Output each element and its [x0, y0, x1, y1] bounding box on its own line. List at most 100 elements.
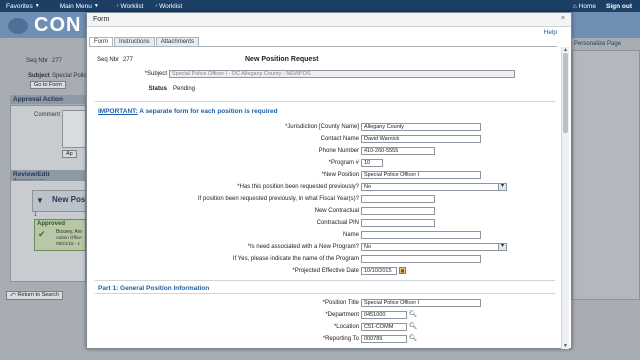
fiscal-year-input[interactable]	[361, 195, 435, 203]
phone-label: Phone Number	[318, 148, 359, 154]
divider	[95, 101, 555, 102]
important-notice: IMPORTANT: A separate form for each posi…	[98, 108, 278, 115]
location-label: *Location	[333, 324, 359, 330]
return-to-search-button[interactable]: ⤺ Return to Search	[6, 291, 63, 300]
scrollbar-thumb[interactable]	[563, 53, 568, 133]
modal-titlebar: Form ×	[87, 13, 571, 27]
program-name-label: If Yes, please indicate the name of the …	[232, 256, 359, 262]
go-to-form-button[interactable]: Go to Form	[30, 81, 66, 89]
form-title: New Position Request	[245, 56, 319, 63]
worklist-link[interactable]: › Worklist	[149, 3, 188, 10]
modal-title: Form	[93, 16, 110, 23]
important-prefix: IMPORTANT:	[98, 108, 138, 115]
bg-subject-value: Special Polic	[52, 73, 87, 79]
important-text: A separate form for each position is req…	[139, 108, 278, 115]
home-icon: ⌂	[572, 2, 577, 10]
contractual-pin-label: Contractual PIN	[316, 220, 359, 226]
worklist-link-label: Worklist	[159, 2, 183, 10]
search-icon[interactable]: 🔍︎	[409, 334, 417, 342]
personalize-page-link[interactable]: Personalize Page	[574, 41, 621, 47]
seq-label: Seq Nbr	[97, 57, 120, 63]
collapse-icon[interactable]: ▼	[36, 196, 44, 205]
bg-right-panel	[572, 50, 640, 300]
program-label: *Program #	[328, 160, 359, 166]
logo-emblem-icon	[8, 18, 28, 34]
bg-approver-role: Admin Office	[56, 235, 82, 240]
tab-attachments[interactable]: Attachments	[155, 37, 200, 46]
new-contractual-label: New Contractual	[314, 208, 359, 214]
position-title-label: *Position Title	[322, 300, 359, 306]
bg-seq-label: Seq Nbr	[26, 58, 49, 64]
jurisdiction-label: *Jurisdiction [County Name]	[284, 124, 359, 130]
bg-comment-label: Comment	[34, 112, 61, 118]
approval-action-header: Approval Action	[10, 95, 86, 104]
requested-prev-select[interactable]: No	[361, 183, 507, 191]
checkmark-icon: ✔	[38, 229, 46, 239]
main-menu[interactable]: Main Menu ▼	[54, 3, 105, 10]
eff-date-input[interactable]: 10/10/2015	[361, 267, 397, 275]
help-link[interactable]: Help	[544, 29, 557, 36]
department-label: *Department	[325, 312, 359, 318]
name-input[interactable]	[361, 231, 481, 239]
calendar-icon[interactable]: ▦	[399, 267, 406, 274]
home-label: Home	[578, 2, 596, 10]
position-title-input[interactable]: Special Police Officer I	[361, 299, 481, 307]
part1-header: Part 1: General Position Information	[98, 285, 210, 292]
search-icon[interactable]: 🔍︎	[409, 310, 417, 318]
status-label: Status	[148, 86, 167, 92]
home-link[interactable]: ⌂ Home	[573, 3, 596, 10]
form-modal: Form × Help Form Instructions Attachment…	[86, 12, 572, 349]
sign-out-link[interactable]: Sign out	[606, 3, 632, 10]
program-input[interactable]: 10	[361, 159, 383, 167]
favorites-label: Favorites	[6, 2, 33, 10]
tab-form[interactable]: Form	[89, 37, 113, 46]
location-input[interactable]: C51-COMM	[361, 323, 407, 331]
contractual-pin-input[interactable]	[361, 219, 435, 227]
worklist-menu[interactable]: › Worklist	[111, 3, 150, 10]
reporting-to-label: *Reporting To	[322, 336, 359, 342]
bg-new-pos: New Posi	[52, 195, 88, 204]
tab-instructions[interactable]: Instructions	[114, 37, 155, 46]
bg-subject-label: Subject	[28, 73, 50, 79]
logo-text: CON	[34, 14, 82, 36]
reporting-to-input[interactable]: 000789	[361, 335, 407, 343]
return-to-search-label: Return to Search	[17, 292, 59, 298]
close-icon[interactable]: ×	[561, 15, 565, 22]
bg-comment-box[interactable]	[62, 110, 86, 148]
subject-label: *Subject	[144, 71, 167, 77]
name-label: Name	[342, 232, 359, 238]
eff-date-label: *Projected Effective Date	[292, 268, 359, 274]
top-nav: Favorites ▼ Main Menu ▼ › Worklist › Worklis…	[0, 0, 640, 12]
status-value: Pending	[173, 86, 196, 92]
main-menu-label: Main Menu	[59, 2, 92, 10]
contact-input[interactable]: David Warnick	[361, 135, 481, 143]
divider	[95, 280, 555, 281]
department-input[interactable]: 0451000	[361, 311, 407, 319]
approve-button[interactable]: Ap	[62, 150, 77, 158]
requested-prev-label: *Has this position been requested previo…	[237, 184, 359, 190]
bg-seq-value: 277	[52, 58, 63, 64]
phone-input[interactable]: 410-260-5555	[361, 147, 435, 155]
form-content: Seq Nbr 277 New Position Request *Subjec…	[87, 47, 561, 349]
fiscal-year-label: If position been requested previously, i…	[198, 196, 359, 202]
bg-approved: Approved	[37, 221, 66, 227]
favorites-menu[interactable]: Favorites ▼	[0, 3, 46, 10]
vertical-scrollbar[interactable]: ▲ ▼	[561, 47, 569, 349]
subject-field[interactable]: Special Police Officer I - DC Allegany C…	[169, 70, 515, 78]
bg-step-number: 1	[34, 212, 37, 218]
new-position-input[interactable]: Special Police Officer I	[361, 171, 481, 179]
chevron-right-icon: ›	[155, 3, 158, 9]
return-icon: ⤺	[10, 292, 16, 298]
program-name-input[interactable]	[361, 255, 481, 263]
worklist-label: Worklist	[120, 2, 144, 10]
jurisdiction-input[interactable]: Allegany County	[361, 123, 481, 131]
new-program-select[interactable]: No	[361, 243, 507, 251]
bg-approver-date: 09/21/15 - 1	[56, 241, 81, 246]
scroll-down-icon[interactable]: ▼	[563, 343, 568, 349]
new-contractual-input[interactable]	[361, 207, 435, 215]
chevron-down-icon: ▼	[34, 3, 40, 9]
seq-value: 277	[123, 57, 134, 63]
search-icon[interactable]: 🔍︎	[409, 322, 417, 330]
divider	[95, 293, 555, 294]
new-program-label: *Is need associated with a New Program?	[247, 244, 359, 250]
